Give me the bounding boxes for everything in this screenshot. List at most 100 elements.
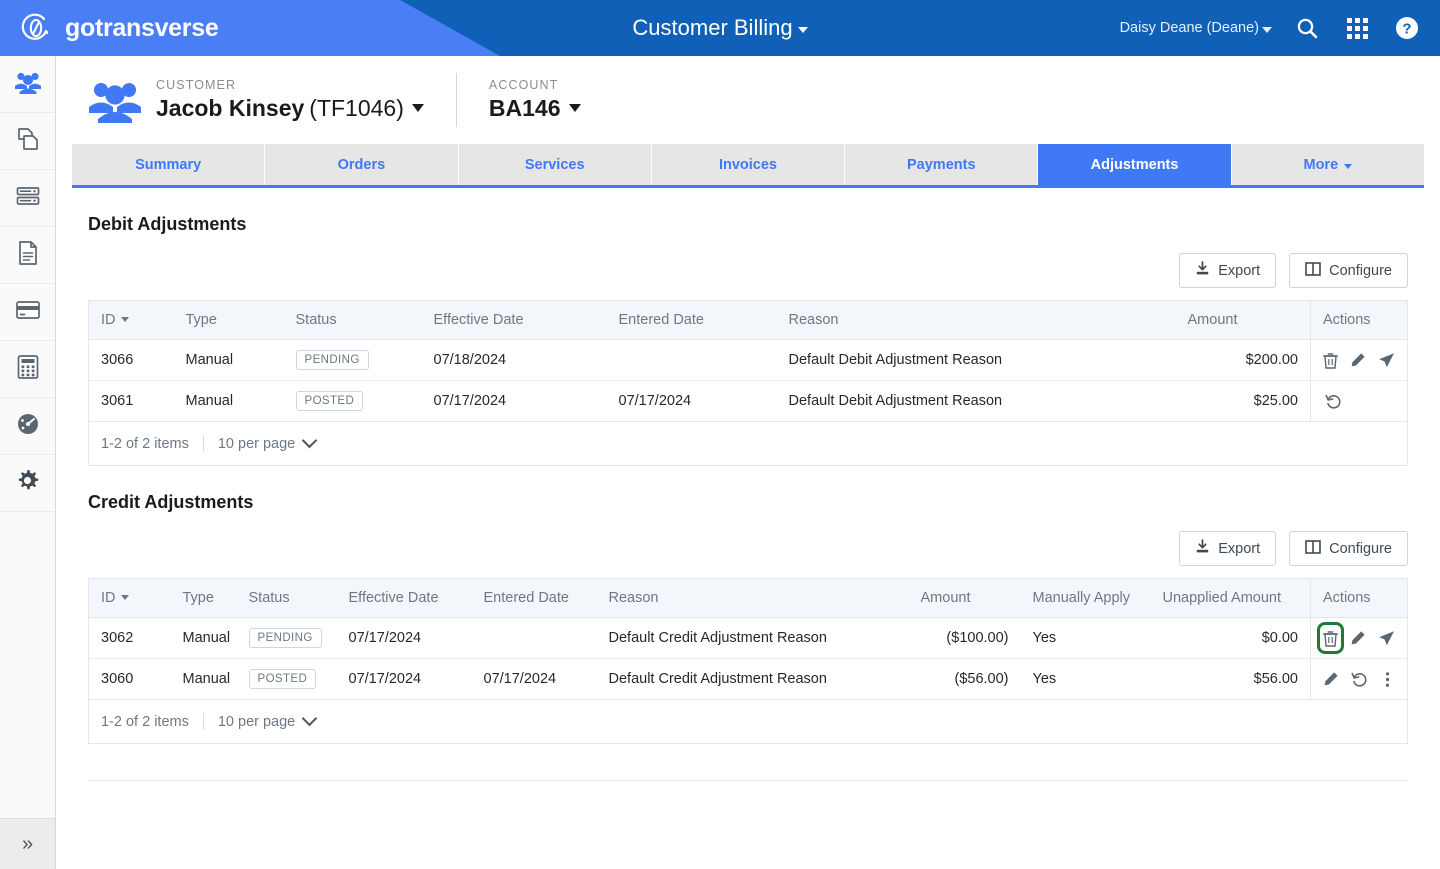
tab-label: Adjustments [1090, 156, 1179, 173]
column-header-reason[interactable]: Reason [596, 578, 909, 618]
row-actions [1323, 391, 1395, 411]
edit-icon[interactable] [1350, 628, 1366, 648]
status-badge: PENDING [295, 350, 369, 370]
chevron-down-icon [301, 432, 318, 449]
column-label: Type [182, 590, 214, 606]
debit-adjustments-section: Debit Adjustments Export Configure ID Ty… [56, 214, 1440, 466]
settings-gear-icon [15, 468, 40, 498]
tab-services[interactable]: Services [458, 144, 652, 185]
column-header-effective-date[interactable]: Effective Date [336, 578, 472, 618]
cell-type: Manual [182, 671, 231, 687]
debit-configure-button[interactable]: Configure [1289, 253, 1408, 288]
credit-pager: 1-2 of 2 items 10 per page [88, 700, 1408, 744]
column-header-status[interactable]: Status [283, 300, 422, 340]
tab-invoices[interactable]: Invoices [651, 144, 846, 185]
column-label: ID [101, 590, 116, 606]
cell-type: Manual [185, 393, 234, 409]
column-label: Type [185, 312, 217, 328]
column-label: Actions [1323, 590, 1371, 606]
debit-toolbar: Export Configure [88, 253, 1408, 288]
cell-actions [1310, 617, 1408, 659]
column-header-type[interactable]: Type [170, 578, 237, 618]
column-header-amount[interactable]: Amount [1175, 300, 1311, 340]
customer-label: CUSTOMER [156, 78, 237, 92]
user-menu[interactable]: Daisy Deane (Deane) [1120, 20, 1272, 36]
credit-export-button[interactable]: Export [1179, 531, 1277, 566]
column-label: Effective Date [433, 312, 524, 328]
column-header-effective-date[interactable]: Effective Date [421, 300, 607, 340]
cell-effective-date: 07/18/2024 [421, 339, 607, 381]
delete-icon[interactable] [1323, 350, 1338, 370]
pager-per-page-select[interactable]: 10 per page [218, 432, 318, 452]
search-icon[interactable] [1292, 13, 1322, 43]
edit-icon[interactable] [1323, 669, 1339, 689]
table-row[interactable]: 3060 Manual POSTED 07/17/2024 07/17/2024… [89, 658, 1408, 700]
cell-entered-date [471, 617, 597, 659]
column-header-status[interactable]: Status [236, 578, 337, 618]
help-circle-icon[interactable]: ? [1392, 13, 1422, 43]
column-label: Unapplied Amount [1162, 590, 1282, 606]
cell-effective-date: 07/17/2024 [433, 393, 507, 409]
cell-amount: $25.00 [1253, 393, 1298, 409]
sidebar-item-calculator[interactable] [0, 341, 55, 398]
account-selector[interactable]: BA146 [489, 95, 581, 122]
apps-grid-icon[interactable] [1342, 13, 1372, 43]
credit-configure-button[interactable]: Configure [1289, 531, 1408, 566]
customer-name: Jacob Kinsey [156, 95, 305, 121]
column-header-type[interactable]: Type [173, 300, 284, 340]
chevron-down-icon [301, 710, 318, 727]
user-name-text: Daisy Deane (Deane) [1119, 20, 1259, 36]
button-label: Configure [1329, 262, 1392, 279]
sidebar-item-servers[interactable] [0, 170, 55, 227]
column-header-id[interactable]: ID [88, 300, 174, 340]
column-header-entered-date[interactable]: Entered Date [471, 578, 597, 618]
sidebar-item-customers[interactable] [0, 56, 55, 113]
tab-label: Orders [337, 156, 386, 173]
table-row[interactable]: 3066 Manual PENDING 07/18/2024 Default D… [88, 339, 1408, 381]
revert-icon[interactable] [1351, 669, 1368, 689]
tab-summary[interactable]: Summary [72, 144, 266, 185]
table-row[interactable]: 3061 Manual POSTED 07/17/2024 07/17/2024… [89, 380, 1408, 422]
column-header-manually-apply[interactable]: Manually Apply [1020, 578, 1151, 618]
column-header-id[interactable]: ID [88, 578, 171, 618]
tab-adjustments[interactable]: Adjustments [1038, 144, 1232, 185]
sidebar-item-dashboard[interactable] [0, 398, 55, 455]
column-header-amount[interactable]: Amount [908, 578, 1021, 618]
column-header-entered-date[interactable]: Entered Date [606, 300, 777, 340]
sidebar-item-products[interactable] [0, 113, 55, 170]
tab-orders[interactable]: Orders [265, 144, 459, 185]
pager-per-page-select[interactable]: 10 per page [218, 710, 318, 730]
application-window: gotransverse Customer Billing Daisy Dean… [0, 0, 1440, 869]
more-vertical-icon[interactable] [1380, 669, 1395, 689]
tab-more[interactable]: More [1231, 144, 1424, 185]
app-title-dropdown[interactable]: Customer Billing [632, 15, 808, 41]
columns-icon [1305, 261, 1321, 280]
sidebar-item-documents[interactable] [0, 227, 55, 284]
send-icon[interactable] [1378, 350, 1395, 370]
column-label: Reason [608, 590, 659, 606]
caret-down-icon [1344, 164, 1353, 169]
send-icon[interactable] [1378, 628, 1395, 648]
column-header-unapplied-amount[interactable]: Unapplied Amount [1150, 578, 1311, 618]
sidebar-item-billing[interactable] [0, 284, 55, 341]
table-row[interactable]: 3062 Manual PENDING 07/17/2024 Default C… [88, 617, 1408, 659]
delete-icon[interactable] [1317, 622, 1344, 654]
cell-amount: $200.00 [1175, 339, 1311, 381]
tab-payments[interactable]: Payments [845, 144, 1039, 185]
brand-logo-area[interactable]: gotransverse [18, 9, 219, 47]
column-header-reason[interactable]: Reason [776, 300, 1176, 340]
column-label: Status [295, 312, 337, 328]
customer-selector[interactable]: Jacob Kinsey (TF1046) [156, 95, 424, 122]
column-label: Entered Date [618, 312, 704, 328]
pager-divider [202, 435, 204, 452]
sidebar-item-settings[interactable] [0, 455, 55, 512]
sort-descending-icon [120, 317, 129, 322]
revert-icon[interactable] [1323, 391, 1343, 411]
rail-expand-button[interactable]: » [0, 818, 55, 869]
edit-icon[interactable] [1350, 350, 1366, 370]
caret-down-icon [568, 104, 581, 112]
debit-export-button[interactable]: Export [1179, 253, 1277, 288]
cell-reason: Default Debit Adjustment Reason [776, 339, 1176, 381]
customer-block: CUSTOMER Jacob Kinsey (TF1046) [156, 78, 424, 122]
cell-reason: Default Debit Adjustment Reason [788, 393, 1003, 409]
